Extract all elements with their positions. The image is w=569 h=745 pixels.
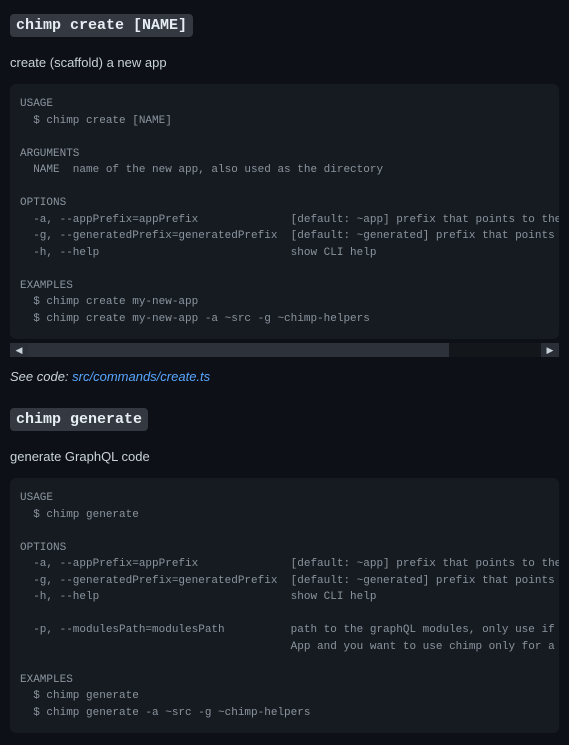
code-block: USAGE $ chimp generate OPTIONS -a, --app…: [10, 478, 559, 733]
scroll-left-arrow-icon[interactable]: ◀: [10, 343, 28, 357]
scroll-thumb[interactable]: [28, 343, 449, 357]
command-description: generate GraphQL code: [10, 449, 559, 464]
scroll-right-arrow-icon[interactable]: ▶: [541, 343, 559, 357]
command-description: create (scaffold) a new app: [10, 55, 559, 70]
code-content[interactable]: USAGE $ chimp generate OPTIONS -a, --app…: [10, 478, 559, 733]
command-heading: chimp create [NAME]: [10, 14, 193, 37]
code-block: USAGE $ chimp create [NAME] ARGUMENTS NA…: [10, 84, 559, 339]
horizontal-scrollbar[interactable]: ◀▶: [10, 343, 559, 357]
scroll-track[interactable]: [28, 343, 541, 357]
see-code-label: See code:: [10, 369, 72, 384]
command-heading: chimp generate: [10, 408, 148, 431]
see-code-line: See code: src/commands/create.ts: [10, 369, 559, 384]
see-code-link[interactable]: src/commands/create.ts: [72, 369, 210, 384]
code-content[interactable]: USAGE $ chimp create [NAME] ARGUMENTS NA…: [10, 84, 559, 339]
